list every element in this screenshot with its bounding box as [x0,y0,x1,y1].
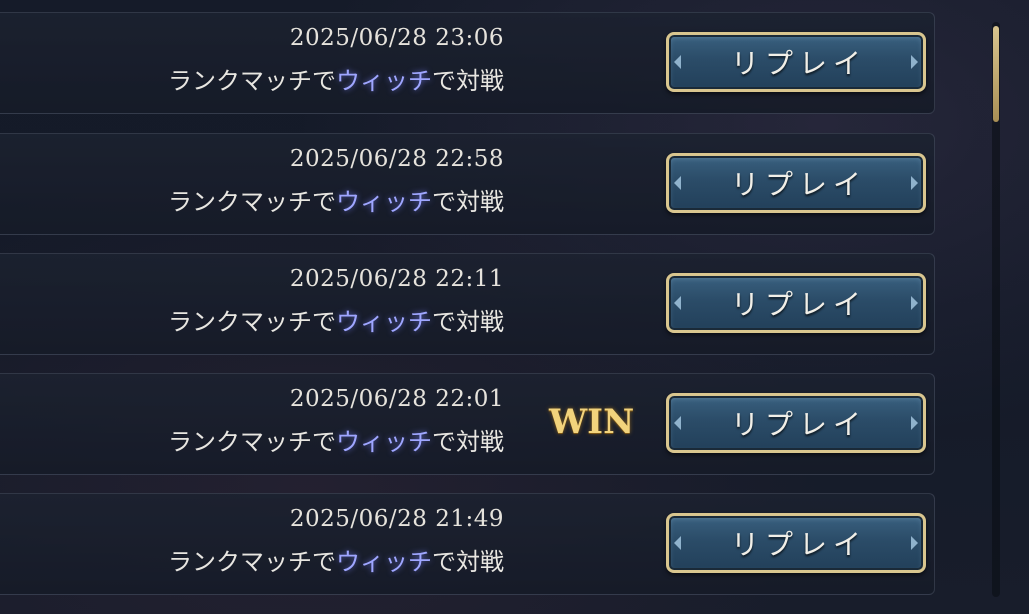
replay-button-label: リプレイ [730,408,867,441]
match-mode-text: ランクマッチで [168,308,336,336]
scrollbar-thumb[interactable] [993,26,999,122]
match-suffix-text: で対戦 [432,188,504,216]
match-result-badge: WIN [549,402,635,442]
replay-button[interactable]: リプレイ [666,513,926,573]
match-datetime: 2025/06/28 22:58 [289,146,504,172]
replay-button[interactable]: リプレイ [666,393,926,453]
replay-button[interactable]: リプレイ [666,153,926,213]
match-mode-text: ランクマッチで [168,188,336,216]
match-row: 2025/06/28 22:01 ランクマッチでウィッチで対戦 WIN リプレイ [0,373,935,475]
match-row: 2025/06/28 22:11 ランクマッチでウィッチで対戦 リプレイ [0,253,935,355]
match-class-name: ウィッチ [336,428,432,456]
match-class-name: ウィッチ [336,548,432,576]
replay-button-label: リプレイ [730,168,867,201]
match-row: 2025/06/28 23:06 ランクマッチでウィッチで対戦 リプレイ [0,12,935,114]
match-history-list: 2025/06/28 23:06 ランクマッチでウィッチで対戦 リプレイ 202… [0,0,1029,614]
match-description: ランクマッチでウィッチで対戦 [168,422,504,457]
replay-button[interactable]: リプレイ [666,273,926,333]
scrollbar-track[interactable] [992,22,1000,597]
replay-button-label: リプレイ [730,528,867,561]
match-datetime: 2025/06/28 23:06 [289,25,504,51]
match-class-name: ウィッチ [336,308,432,336]
match-row: 2025/06/28 22:58 ランクマッチでウィッチで対戦 リプレイ [0,133,935,235]
replay-button[interactable]: リプレイ [666,32,926,92]
match-description: ランクマッチでウィッチで対戦 [168,542,504,577]
match-suffix-text: で対戦 [432,67,504,95]
match-suffix-text: で対戦 [432,548,504,576]
match-suffix-text: で対戦 [432,428,504,456]
match-mode-text: ランクマッチで [168,428,336,456]
match-class-name: ウィッチ [336,188,432,216]
match-mode-text: ランクマッチで [168,548,336,576]
replay-button-label: リプレイ [730,288,867,321]
match-datetime: 2025/06/28 22:11 [289,266,504,292]
match-datetime: 2025/06/28 21:49 [289,506,504,532]
match-mode-text: ランクマッチで [168,67,336,95]
match-datetime: 2025/06/28 22:01 [289,386,504,412]
match-description: ランクマッチでウィッチで対戦 [168,61,504,96]
match-suffix-text: で対戦 [432,308,504,336]
replay-button-label: リプレイ [730,47,867,80]
match-row: 2025/06/28 21:49 ランクマッチでウィッチで対戦 リプレイ [0,493,935,595]
match-class-name: ウィッチ [336,67,432,95]
match-description: ランクマッチでウィッチで対戦 [168,182,504,217]
match-description: ランクマッチでウィッチで対戦 [168,302,504,337]
